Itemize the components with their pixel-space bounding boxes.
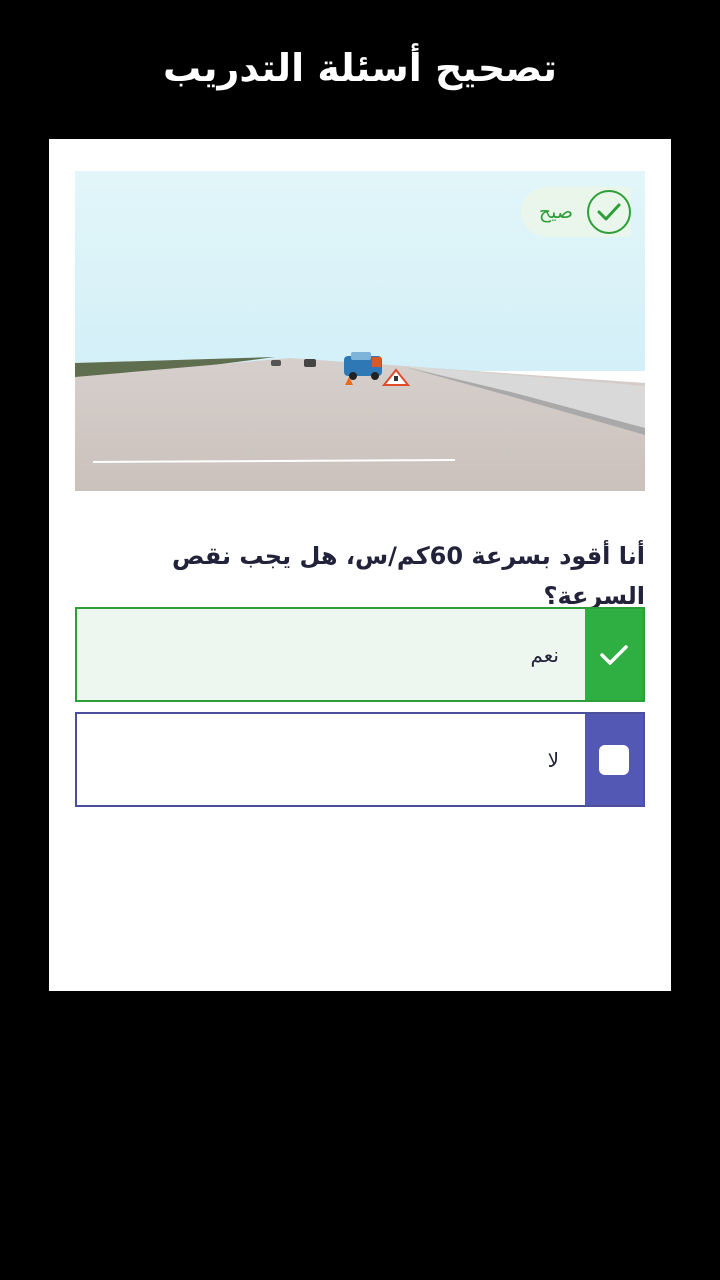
checkbox-icon[interactable] [585,714,643,805]
result-badge: صيح [520,187,631,237]
screen: تصحيح أسئلة التدريب صيح أنا أقود بسرعة 6… [0,0,720,1280]
question-text: أنا أقود بسرعة 60كم/س، هل يجب نقص السرعة… [172,542,645,610]
answer-label-no: لا [547,747,559,772]
question-card: صيح أنا أقود بسرعة 60كم/س، هل يجب نقص ال… [49,139,671,991]
checkmark-icon[interactable] [585,609,643,700]
answer-option-no[interactable]: لا [75,712,645,807]
page-title: تصحيح أسئلة التدريب [162,46,558,90]
result-label: صيح [538,201,573,223]
answer-label-yes: نعم [530,642,559,667]
answer-option-yes[interactable]: نعم [75,607,645,702]
check-circle-icon [587,190,631,234]
question-image: صيح [75,171,645,491]
